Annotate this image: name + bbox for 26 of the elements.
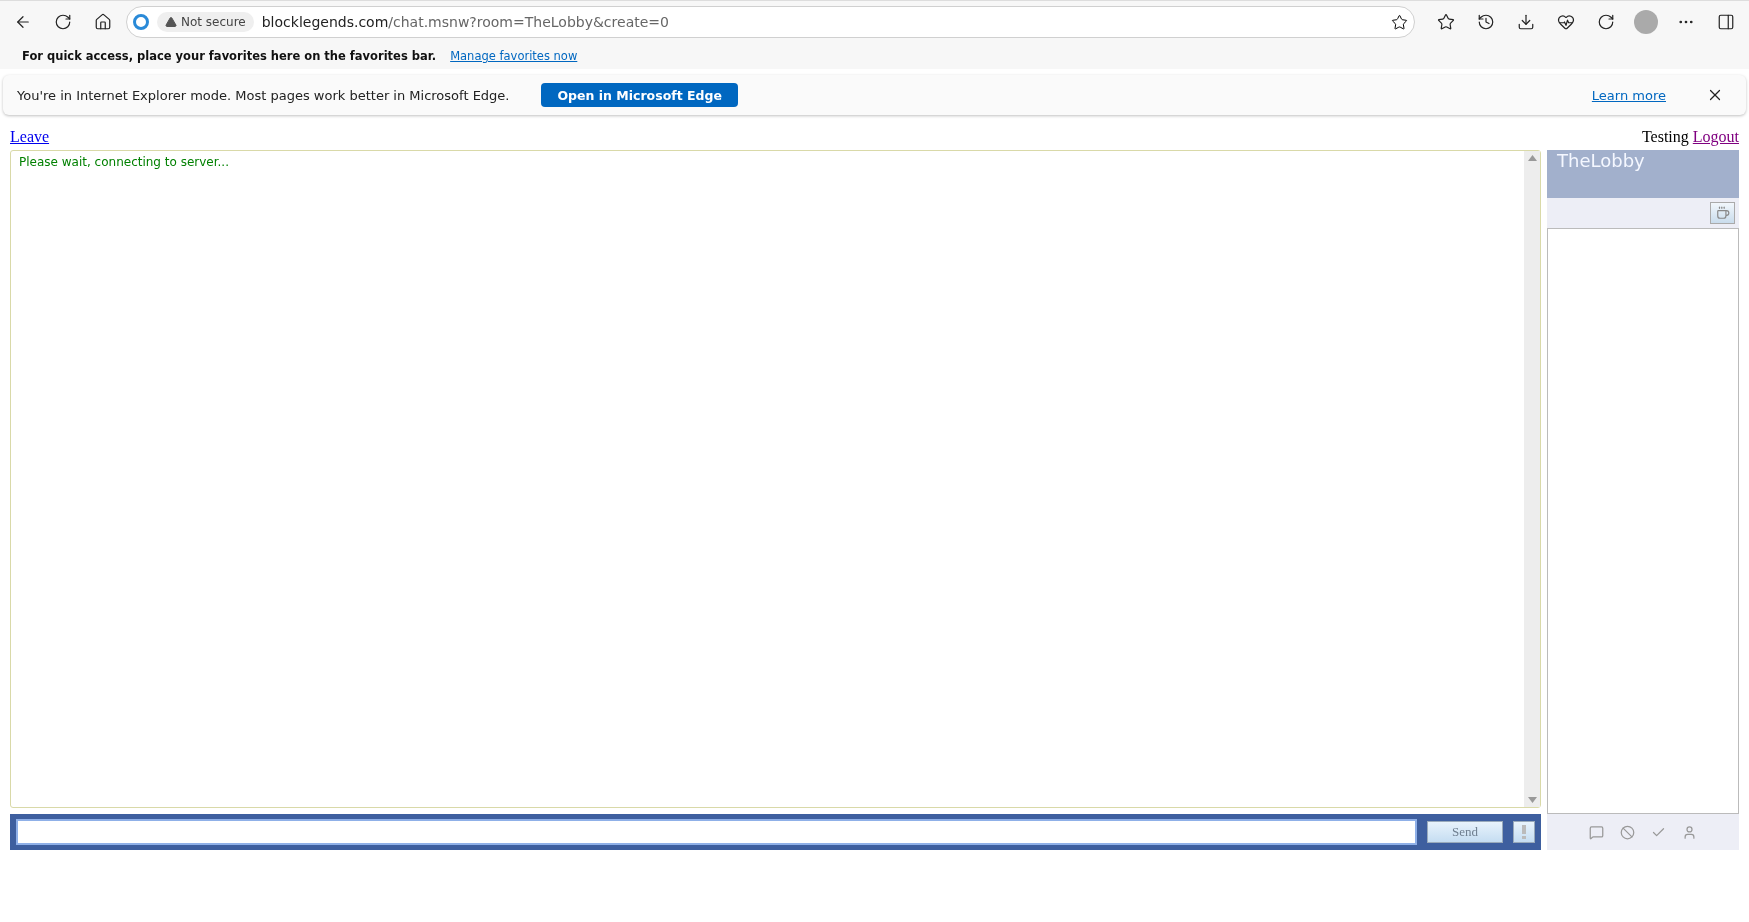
- logout-link[interactable]: Logout: [1692, 128, 1739, 145]
- username: Testing: [1641, 128, 1689, 145]
- url-text: blocklegends.com/chat.msnw?room=TheLobby&create=0: [261, 14, 670, 30]
- chat-icon[interactable]: [1589, 824, 1604, 840]
- user-icon[interactable]: [1682, 824, 1697, 840]
- scroll-down-arrow-icon[interactable]: [1527, 797, 1537, 803]
- cup-icon: [1715, 206, 1730, 220]
- star-icon[interactable]: [1391, 13, 1408, 31]
- room-title: TheLobby: [1547, 150, 1739, 198]
- status-message: Please wait, connecting to server...: [19, 155, 229, 169]
- ie-logo-icon: [133, 14, 149, 30]
- open-in-edge-button[interactable]: Open in Microsoft Edge: [541, 83, 738, 107]
- leave-link[interactable]: Leave: [10, 128, 50, 150]
- address-bar[interactable]: Not secure blocklegends.com/chat.msnw?room=TheLobby&create=0: [126, 6, 1415, 38]
- away-button[interactable]: [1710, 202, 1735, 224]
- manage-favorites-link[interactable]: Manage favorites now: [450, 49, 578, 63]
- scrollbar[interactable]: [1524, 151, 1540, 807]
- message-input[interactable]: [16, 819, 1417, 845]
- ie-mode-message: You're in Internet Explorer mode. Most pages work better in Microsoft Edge.: [17, 87, 510, 103]
- scroll-up-arrow-icon[interactable]: [1527, 155, 1537, 161]
- whisper-button[interactable]: [1513, 821, 1535, 843]
- favorites-hint: For quick access, place your favorites here on the favorites bar.: [22, 49, 437, 63]
- ignore-icon[interactable]: [1620, 824, 1635, 840]
- learn-more-link[interactable]: Learn more: [1591, 87, 1666, 103]
- exclamation-icon: [1522, 825, 1526, 839]
- security-badge[interactable]: Not secure: [157, 12, 254, 32]
